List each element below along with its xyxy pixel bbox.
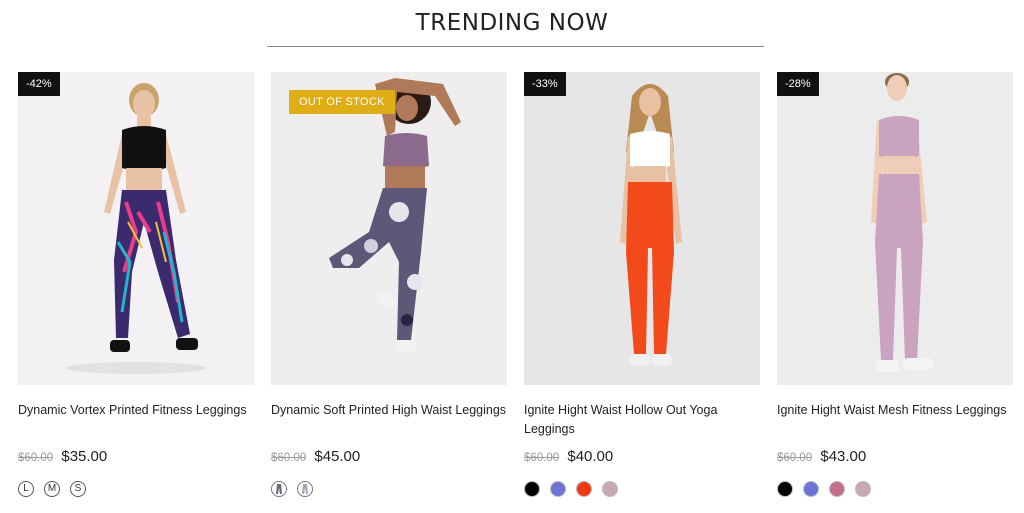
product-price: $60.00 $45.00 (271, 448, 507, 467)
product-name[interactable]: Ignite Hight Waist Hollow Out Yoga Leggi… (524, 401, 760, 441)
size-option-l[interactable]: L (18, 481, 34, 497)
original-price: $60.00 (777, 452, 813, 464)
trending-section: TRENDING NOW -42% Dynamic Vortex Printed… (0, 0, 1024, 513)
color-swatch-blue[interactable] (803, 481, 819, 497)
sale-price: $40.00 (567, 448, 614, 465)
color-swatch-pink[interactable] (829, 481, 845, 497)
product-card[interactable]: -42% Dynamic Vortex Printed Fitness Legg… (18, 72, 254, 497)
original-price: $60.00 (271, 452, 307, 464)
product-image[interactable]: OUT OF STOCK (271, 72, 507, 385)
section-title: TRENDING NOW (415, 10, 609, 36)
product-price: $60.00 $35.00 (18, 448, 254, 467)
model-photo (18, 72, 254, 385)
out-of-stock-badge: OUT OF STOCK (289, 90, 395, 114)
color-swatch-mauve[interactable] (602, 481, 618, 497)
sale-price: $35.00 (61, 448, 108, 465)
sale-price: $43.00 (820, 448, 867, 465)
product-image[interactable]: -42% (18, 72, 254, 385)
color-swatch-mauve[interactable] (855, 481, 871, 497)
original-price: $60.00 (18, 452, 54, 464)
product-card[interactable]: -28% Ignite Hight Waist Mesh Fitness Leg… (777, 72, 1013, 497)
color-swatch-blue[interactable] (550, 481, 566, 497)
product-price: $60.00 $43.00 (777, 448, 1013, 467)
product-grid: -42% Dynamic Vortex Printed Fitness Legg… (18, 72, 1014, 497)
color-swatch-black[interactable] (777, 481, 793, 497)
product-card[interactable]: OUT OF STOCK Dynamic Soft Printed High W… (271, 72, 507, 497)
pattern-options (271, 481, 507, 497)
size-option-s[interactable]: S (70, 481, 86, 497)
product-name[interactable]: Ignite Hight Waist Mesh Fitness Leggings (777, 401, 1013, 441)
color-swatch-black[interactable] (524, 481, 540, 497)
size-options: L M S (18, 481, 254, 497)
product-name[interactable]: Dynamic Soft Printed High Waist Leggings (271, 401, 507, 441)
discount-badge: -42% (18, 72, 60, 96)
color-options (524, 481, 760, 497)
legging-pattern-icon (276, 484, 282, 494)
size-option-m[interactable]: M (44, 481, 60, 497)
color-swatch-orange[interactable] (576, 481, 592, 497)
product-price: $60.00 $40.00 (524, 448, 760, 467)
color-options (777, 481, 1013, 497)
product-image[interactable]: -33% (524, 72, 760, 385)
discount-badge: -28% (777, 72, 819, 96)
pattern-swatch-2[interactable] (297, 481, 313, 497)
legging-pattern-icon (302, 484, 308, 494)
title-divider (267, 46, 764, 47)
model-photo (524, 72, 760, 385)
model-photo (271, 72, 507, 385)
product-card[interactable]: -33% Ignite Hight Waist Hollow Out Yoga … (524, 72, 760, 497)
model-photo (777, 72, 1013, 385)
sale-price: $45.00 (314, 448, 361, 465)
product-image[interactable]: -28% (777, 72, 1013, 385)
discount-badge: -33% (524, 72, 566, 96)
product-name[interactable]: Dynamic Vortex Printed Fitness Leggings (18, 401, 254, 441)
original-price: $60.00 (524, 452, 560, 464)
pattern-swatch-1[interactable] (271, 481, 287, 497)
